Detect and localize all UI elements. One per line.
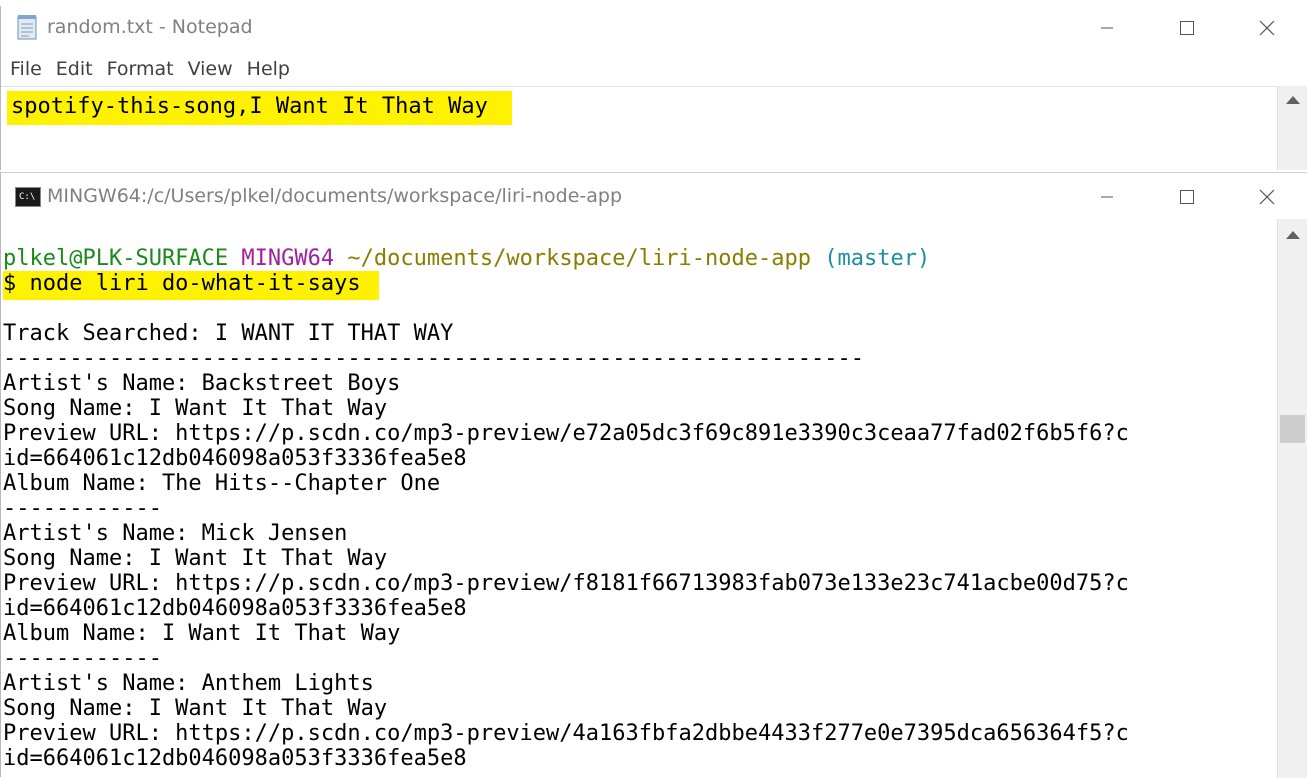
notepad-window: random.txt - Notepad File Edit Format Vi… xyxy=(0,6,1307,171)
output-line: Preview URL: https://p.scdn.co/mp3-previ… xyxy=(3,721,1129,746)
scrollbar-thumb[interactable] xyxy=(1280,415,1305,443)
terminal-command-line: $ node liri do-what-it-says xyxy=(3,271,379,300)
output-line: Album Name: I Want It That Way xyxy=(3,621,401,646)
notepad-close-button[interactable] xyxy=(1227,6,1307,50)
output-line: Preview URL: https://p.scdn.co/mp3-previ… xyxy=(3,571,1129,596)
prompt-branch: (master) xyxy=(824,246,931,271)
output-line: Preview URL: https://p.scdn.co/mp3-previ… xyxy=(3,421,1129,446)
output-line: ------------ xyxy=(3,646,162,671)
terminal-close-button[interactable] xyxy=(1227,175,1307,219)
output-line: Song Name: I Want It That Way xyxy=(3,696,388,721)
notepad-text-area[interactable]: spotify-this-song,I Want It That Way xyxy=(1,86,1279,171)
output-line: id=664061c12db046098a053f3336fea5e8 xyxy=(3,446,467,471)
prompt-path: ~/documents/workspace/liri-node-app xyxy=(347,246,811,271)
menu-format[interactable]: Format xyxy=(98,54,179,84)
terminal-minimize-button[interactable] xyxy=(1067,175,1147,219)
close-icon xyxy=(1259,20,1275,36)
terminal-maximize-button[interactable] xyxy=(1147,175,1227,219)
maximize-icon xyxy=(1180,190,1194,204)
output-line: Artist's Name: Backstreet Boys xyxy=(3,371,401,396)
output-line: Artist's Name: Anthem Lights xyxy=(3,671,374,696)
terminal-scrollbar[interactable] xyxy=(1277,219,1307,778)
output-line: Album Name: The Hits--Chapter One xyxy=(3,471,441,496)
output-line: Song Name: I Want It That Way xyxy=(3,546,388,571)
notepad-menubar: File Edit Format View Help xyxy=(1,54,295,84)
output-line: id=664061c12db046098a053f3336fea5e8 xyxy=(3,596,467,621)
notepad-icon xyxy=(17,15,37,40)
maximize-icon xyxy=(1180,21,1194,35)
menu-edit[interactable]: Edit xyxy=(47,54,98,84)
output-line: Artist's Name: Mick Jensen xyxy=(3,521,348,546)
prompt-user: plkel@PLK-SURFACE xyxy=(3,246,229,271)
terminal-prompt-line: plkel@PLK-SURFACE MINGW64 ~/documents/wo… xyxy=(3,246,930,271)
output-line: ------------ xyxy=(3,496,162,521)
output-line: Song Name: I Want It That Way xyxy=(3,396,388,421)
minimize-icon xyxy=(1101,27,1113,29)
output-line: Track Searched: I WANT IT THAT WAY xyxy=(3,321,454,346)
menu-file[interactable]: File xyxy=(1,54,47,84)
terminal-icon: C:\ xyxy=(15,187,41,207)
minimize-icon xyxy=(1101,196,1113,198)
terminal-command: $ node liri do-what-it-says xyxy=(3,271,379,300)
output-line: id=664061c12db046098a053f3336fea5e8 xyxy=(3,746,467,771)
scroll-up-icon[interactable] xyxy=(1286,231,1300,239)
terminal-window: C:\ MINGW64:/c/Users/plkel/documents/wor… xyxy=(0,172,1307,778)
notepad-scrollbar[interactable] xyxy=(1277,86,1307,170)
notepad-maximize-button[interactable] xyxy=(1147,6,1227,50)
terminal-titlebar[interactable]: C:\ MINGW64:/c/Users/plkel/documents/wor… xyxy=(1,173,1307,219)
output-line: ----------------------------------------… xyxy=(3,346,864,371)
scroll-up-icon[interactable] xyxy=(1286,96,1300,104)
prompt-host: MINGW64 xyxy=(241,246,335,271)
terminal-title: MINGW64:/c/Users/plkel/documents/workspa… xyxy=(47,185,623,207)
notepad-minimize-button[interactable] xyxy=(1067,6,1147,50)
menu-view[interactable]: View xyxy=(179,54,238,84)
terminal-output-area[interactable]: plkel@PLK-SURFACE MINGW64 ~/documents/wo… xyxy=(1,219,1279,778)
notepad-titlebar[interactable]: random.txt - Notepad xyxy=(1,6,1307,50)
menu-help[interactable]: Help xyxy=(238,54,295,84)
close-icon xyxy=(1259,189,1275,205)
notepad-content: spotify-this-song,I Want It That Way xyxy=(7,91,512,125)
notepad-title: random.txt - Notepad xyxy=(47,16,253,38)
